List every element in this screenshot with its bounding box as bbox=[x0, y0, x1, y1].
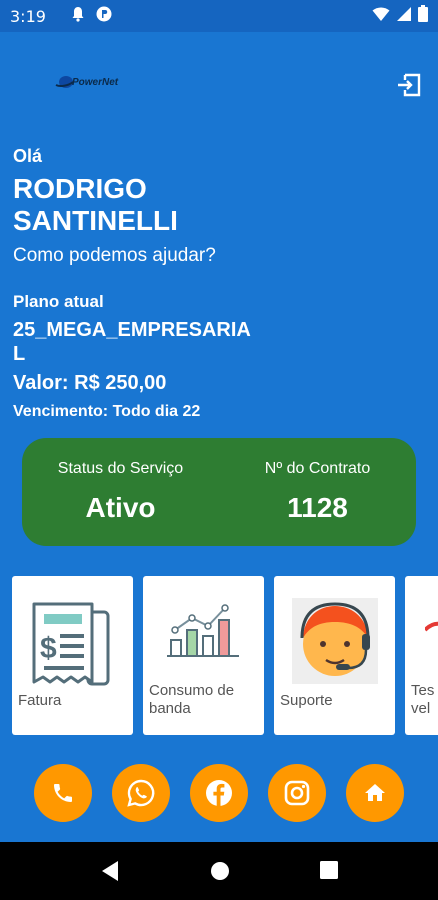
status-left: 3:19 bbox=[10, 6, 112, 27]
nav-back-button[interactable] bbox=[100, 860, 120, 887]
card-consumo-de-banda[interactable]: Consumo de banda bbox=[143, 576, 264, 735]
card-label-fatura: Fatura bbox=[18, 692, 62, 709]
card-label-suporte: Suporte bbox=[280, 692, 333, 709]
instagram-icon bbox=[284, 780, 310, 806]
service-status-label: Status do Serviço bbox=[57, 460, 184, 477]
battery-icon bbox=[418, 5, 428, 27]
contact-buttons bbox=[0, 764, 438, 824]
status-right bbox=[372, 5, 428, 27]
back-triangle-icon bbox=[102, 861, 118, 881]
card-label-teste: Tes vel bbox=[411, 682, 435, 717]
bar-chart-icon bbox=[167, 604, 239, 657]
phone-icon bbox=[54, 784, 72, 802]
card-label-consumo: Consumo de banda bbox=[149, 682, 235, 717]
nav-home-button[interactable] bbox=[209, 860, 231, 887]
whatsapp-button[interactable] bbox=[112, 764, 170, 822]
recents-square-icon bbox=[320, 861, 338, 879]
contract-number-label: Nº do Contrato bbox=[264, 460, 371, 477]
plan-name: 25_MEGA_EMPRESARIAL bbox=[13, 319, 251, 365]
facebook-button[interactable] bbox=[190, 764, 248, 822]
home-button[interactable] bbox=[346, 764, 404, 822]
plan-value: Valor: R$ 250,00 bbox=[13, 372, 167, 394]
phone-button[interactable] bbox=[34, 764, 92, 822]
logo-globe-icon bbox=[55, 76, 74, 88]
speed-test-icon bbox=[425, 621, 438, 632]
status-bar: 3:19 bbox=[0, 0, 438, 32]
feature-cards: $ Fatura Consumo de banda Suporte Tes ve… bbox=[12, 576, 438, 736]
card-fatura[interactable]: $ Fatura bbox=[12, 576, 133, 735]
contract-number: Nº do Contrato 1128 bbox=[219, 438, 416, 546]
greeting-hello: Olá bbox=[13, 146, 43, 166]
whatsapp-icon bbox=[127, 779, 155, 807]
facebook-icon bbox=[206, 780, 232, 806]
invoice-icon: $ bbox=[32, 602, 110, 686]
service-status-value: Ativo bbox=[85, 492, 156, 523]
instagram-button[interactable] bbox=[268, 764, 326, 822]
service-status-card: Status do Serviço Ativo Nº do Contrato 1… bbox=[22, 438, 416, 546]
system-nav-bar bbox=[0, 842, 438, 900]
greeting: Olá RODRIGO SANTINELLI Como podemos ajud… bbox=[13, 146, 313, 267]
help-prompt: Como podemos ajudar? bbox=[13, 245, 216, 266]
logout-icon bbox=[398, 73, 421, 97]
plan-info: Plano atual 25_MEGA_EMPRESARIAL Valor: R… bbox=[13, 292, 273, 421]
wifi-icon bbox=[372, 6, 390, 27]
plan-label: Plano atual bbox=[13, 292, 104, 311]
home-icon bbox=[365, 784, 385, 801]
home-circle-icon bbox=[211, 862, 229, 880]
nav-recents-button[interactable] bbox=[319, 860, 339, 885]
card-suporte[interactable]: Suporte bbox=[274, 576, 395, 735]
logout-button[interactable] bbox=[396, 72, 422, 98]
header: PowerNet bbox=[0, 60, 438, 110]
plan-due-date: Vencimento: Todo dia 22 bbox=[13, 403, 201, 420]
support-agent-icon bbox=[292, 598, 378, 684]
logo-text: PowerNet bbox=[72, 76, 119, 88]
user-name: RODRIGO SANTINELLI bbox=[13, 173, 178, 236]
app-notification-icon bbox=[96, 6, 112, 27]
powernet-logo: PowerNet bbox=[54, 74, 118, 90]
card-teste-velocidade[interactable]: Tes vel bbox=[405, 576, 438, 735]
status-time: 3:19 bbox=[10, 6, 46, 26]
notification-bell-icon bbox=[70, 6, 86, 27]
contract-number-value: 1128 bbox=[287, 492, 348, 523]
signal-icon bbox=[396, 6, 412, 27]
svg-text:$: $ bbox=[40, 632, 57, 665]
service-status: Status do Serviço Ativo bbox=[22, 438, 219, 546]
